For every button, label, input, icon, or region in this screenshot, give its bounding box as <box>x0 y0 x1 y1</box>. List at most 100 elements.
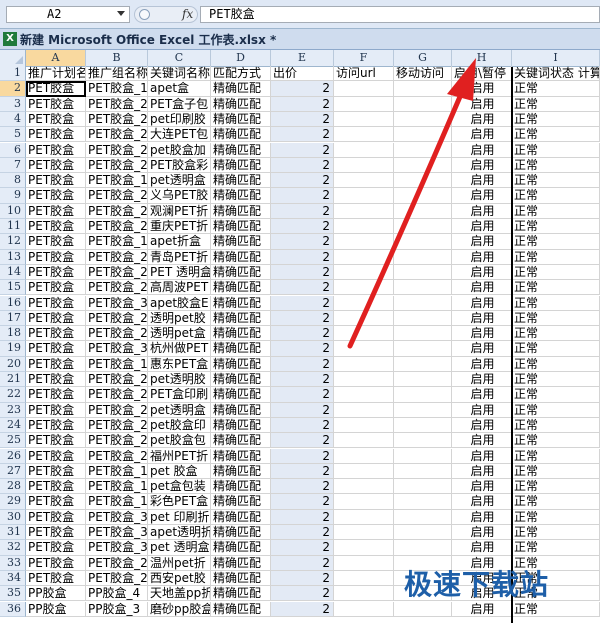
row-header[interactable]: 5 <box>0 127 26 143</box>
cell-f25[interactable] <box>334 433 394 449</box>
cell-a29[interactable]: PET胶盒 <box>26 494 86 510</box>
cell-f31[interactable] <box>334 525 394 541</box>
cell-c8[interactable]: pet透明盒 <box>148 173 211 189</box>
cell-e13[interactable]: 2 <box>271 249 334 265</box>
cell-h12[interactable]: 启用 <box>452 234 512 250</box>
cell-i31[interactable]: 正常 <box>512 525 600 541</box>
row-header[interactable]: 33 <box>0 555 26 571</box>
cell-i23[interactable]: 正常 <box>512 402 600 418</box>
cell-b10[interactable]: PET胶盒_2 <box>86 203 148 219</box>
column-header-b[interactable]: B <box>86 50 148 66</box>
cell-e20[interactable]: 2 <box>271 356 334 372</box>
cell-d31[interactable]: 精确匹配 <box>211 525 271 541</box>
cell-e25[interactable]: 2 <box>271 433 334 449</box>
cell-g3[interactable] <box>394 96 452 112</box>
cell-f26[interactable] <box>334 448 394 464</box>
cell-f17[interactable] <box>334 310 394 327</box>
cell-c18[interactable]: 透明pet盒 <box>148 326 211 342</box>
cell-h13[interactable]: 启用 <box>452 249 512 265</box>
row-header[interactable]: 22 <box>0 387 26 403</box>
row-header[interactable]: 2 <box>0 81 26 97</box>
cell-e18[interactable]: 2 <box>271 326 334 342</box>
cell-h10[interactable]: 启用 <box>452 203 512 219</box>
cell-h5[interactable]: 启用 <box>452 127 512 143</box>
cell-b24[interactable]: PET胶盒_2 <box>86 417 148 434</box>
cell-e24[interactable]: 2 <box>271 417 334 434</box>
cell-h22[interactable]: 启用 <box>452 387 512 403</box>
cell-a30[interactable]: PET胶盒 <box>26 509 86 525</box>
row-header[interactable]: 31 <box>0 525 26 541</box>
row-header[interactable]: 29 <box>0 494 26 510</box>
cell-e1[interactable]: 出价 <box>271 66 334 82</box>
cell-c4[interactable]: pet印刷胶 <box>148 111 211 128</box>
cell-e27[interactable]: 2 <box>271 463 334 480</box>
formula-input[interactable]: PET胶盒 <box>200 6 600 23</box>
cell-b31[interactable]: PET胶盒_3 <box>86 525 148 541</box>
cell-i10[interactable]: 正常 <box>512 203 600 219</box>
cell-d1[interactable]: 匹配方式 <box>211 66 271 82</box>
cell-c27[interactable]: pet 胶盒 <box>148 463 211 480</box>
cell-c21[interactable]: pet透明胶 <box>148 372 211 388</box>
cell-b25[interactable]: PET胶盒_2 <box>86 433 148 449</box>
cell-h17[interactable]: 启用 <box>452 310 512 327</box>
row-header[interactable]: 32 <box>0 540 26 556</box>
cell-f36[interactable] <box>334 601 394 617</box>
cell-c28[interactable]: pet盒包装 <box>148 479 211 495</box>
cell-i27[interactable]: 正常 <box>512 463 600 480</box>
cell-b8[interactable]: PET胶盒_1 <box>86 173 148 189</box>
cell-g13[interactable] <box>394 249 452 265</box>
cell-a27[interactable]: PET胶盒 <box>26 463 86 480</box>
row-header[interactable]: 35 <box>0 586 26 602</box>
cell-e2[interactable]: 2 <box>271 81 334 97</box>
cell-e36[interactable]: 2 <box>271 601 334 617</box>
cell-b13[interactable]: PET胶盒_2 <box>86 249 148 265</box>
insert-function-button[interactable]: fx <box>182 7 193 21</box>
cell-e21[interactable]: 2 <box>271 372 334 388</box>
row-header[interactable]: 9 <box>0 188 26 204</box>
cell-f9[interactable] <box>334 188 394 204</box>
cell-d33[interactable]: 精确匹配 <box>211 555 271 571</box>
cell-c30[interactable]: pet 印刷折 <box>148 509 211 525</box>
cell-b14[interactable]: PET胶盒_2 <box>86 264 148 281</box>
cell-d27[interactable]: 精确匹配 <box>211 463 271 480</box>
cell-c11[interactable]: 重庆PET折 <box>148 219 211 235</box>
cell-e30[interactable]: 2 <box>271 509 334 525</box>
cell-f27[interactable] <box>334 463 394 480</box>
cell-a14[interactable]: PET胶盒 <box>26 264 86 281</box>
column-header-g[interactable]: G <box>394 50 452 66</box>
cell-b27[interactable]: PET胶盒_1 <box>86 463 148 480</box>
row-header[interactable]: 3 <box>0 96 26 112</box>
cell-c23[interactable]: pet透明盒 <box>148 402 211 418</box>
row-header[interactable]: 6 <box>0 142 26 158</box>
row-header[interactable]: 26 <box>0 448 26 464</box>
row-header[interactable]: 27 <box>0 463 26 480</box>
cell-g18[interactable] <box>394 326 452 342</box>
worksheet-grid[interactable]: 1 推广计划名 推广组名称 关键词名称 匹配方式 出价 访问url 移动访问 启用\暂停 关键词状… <box>0 66 600 622</box>
cell-a24[interactable]: PET胶盒 <box>26 417 86 434</box>
cell-b29[interactable]: PET胶盒_1 <box>86 494 148 510</box>
cell-f20[interactable] <box>334 356 394 372</box>
cell-i15[interactable]: 正常 <box>512 280 600 296</box>
cell-g5[interactable] <box>394 127 452 143</box>
cell-e15[interactable]: 2 <box>271 280 334 296</box>
cell-g29[interactable] <box>394 494 452 510</box>
cell-f8[interactable] <box>334 173 394 189</box>
cell-f1[interactable]: 访问url <box>334 66 394 82</box>
cell-d25[interactable]: 精确匹配 <box>211 433 271 449</box>
cell-b22[interactable]: PET胶盒_2 <box>86 387 148 403</box>
cell-c17[interactable]: 透明pet胶 <box>148 310 211 327</box>
column-header-e[interactable]: E <box>271 50 334 66</box>
cell-i3[interactable]: 正常 <box>512 96 600 112</box>
cell-b4[interactable]: PET胶盒_2 <box>86 111 148 128</box>
row-header[interactable]: 36 <box>0 601 26 617</box>
cell-h14[interactable]: 启用 <box>452 264 512 281</box>
cell-g9[interactable] <box>394 188 452 204</box>
cell-e11[interactable]: 2 <box>271 219 334 235</box>
cell-c15[interactable]: 高周波PET <box>148 280 211 296</box>
cell-h28[interactable]: 启用 <box>452 479 512 495</box>
cell-a34[interactable]: PET胶盒 <box>26 570 86 587</box>
cell-h20[interactable]: 启用 <box>452 356 512 372</box>
cell-i22[interactable]: 正常 <box>512 387 600 403</box>
cell-f15[interactable] <box>334 280 394 296</box>
column-header-i[interactable]: I <box>512 50 600 66</box>
